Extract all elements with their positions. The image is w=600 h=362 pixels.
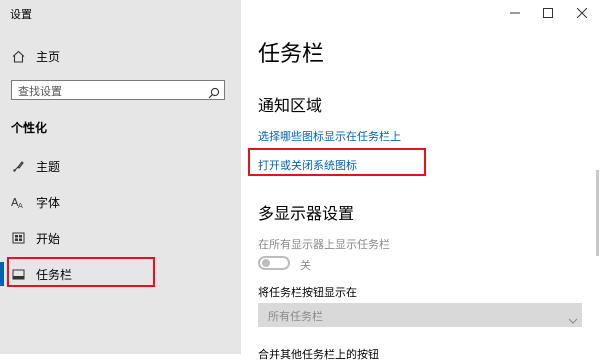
sidebar-item-label: 字体: [36, 195, 61, 210]
font-icon: AA: [11, 195, 25, 209]
minimize-icon: [510, 3, 520, 22]
highlight-box-taskbar: [7, 257, 155, 287]
highlight-box-system-icons: [248, 148, 426, 176]
start-icon: [11, 231, 25, 245]
show-taskbar-all-displays-label: 在所有显示器上显示任务栏: [258, 238, 390, 251]
search-placeholder: 查找设置: [18, 85, 62, 98]
maximize-icon: [543, 3, 553, 22]
app-title: 设置: [10, 8, 32, 21]
nav-home[interactable]: 主页: [0, 41, 241, 71]
dropdown-value: 所有任务栏: [268, 310, 323, 323]
close-icon: [576, 3, 588, 22]
toggle-knob: [262, 259, 270, 267]
select-taskbar-icons-link[interactable]: 选择哪些图标显示在任务栏上: [258, 128, 401, 144]
search-input[interactable]: 查找设置: [11, 80, 225, 100]
toggle-state-text: 关: [300, 259, 311, 272]
multi-display-heading: 多显示器设置: [258, 204, 355, 223]
page-title: 任务栏: [258, 42, 325, 67]
sidebar-item-theme[interactable]: 主题: [0, 151, 241, 181]
show-taskbar-toggle[interactable]: [258, 256, 290, 270]
svg-text:A: A: [18, 202, 23, 209]
taskbar-buttons-dropdown[interactable]: 所有任务栏: [258, 303, 582, 327]
scrollbar[interactable]: [596, 170, 599, 256]
combine-buttons-label: 合并其他任务栏上的按钮: [258, 348, 379, 361]
home-icon: [11, 49, 25, 63]
notification-heading: 通知区域: [258, 96, 323, 115]
sidebar-item-font[interactable]: AA 字体: [0, 187, 241, 217]
sidebar-item-start[interactable]: 开始: [0, 223, 241, 253]
chevron-down-icon: [568, 310, 578, 329]
sidebar: 设置 主页 查找设置 个性化 主题 AA 字体 开始 任务栏: [0, 0, 241, 354]
minimize-button[interactable]: [505, 3, 525, 21]
maximize-button[interactable]: [538, 3, 558, 21]
search-icon[interactable]: [208, 84, 220, 103]
taskbar-buttons-label: 将任务栏按钮显示在: [258, 286, 357, 299]
nav-home-label: 主页: [36, 49, 61, 64]
sidebar-item-label: 开始: [36, 231, 61, 246]
sidebar-item-label: 主题: [36, 159, 61, 174]
section-title: 个性化: [11, 121, 48, 135]
close-button[interactable]: [572, 3, 592, 21]
theme-icon: [11, 159, 25, 173]
